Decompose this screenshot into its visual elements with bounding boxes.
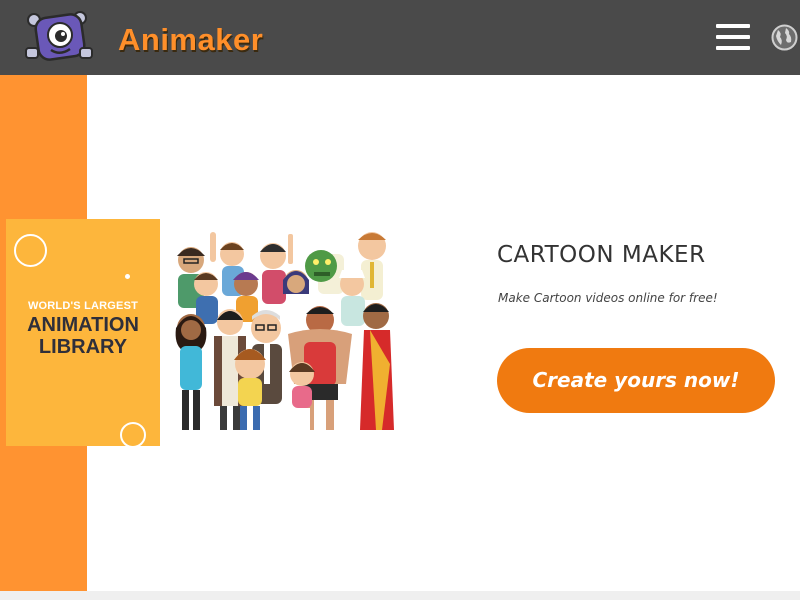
character-figure — [360, 303, 394, 430]
create-yours-now-button[interactable]: Create yours now! — [497, 348, 775, 413]
animaker-logo[interactable]: Animaker — [24, 8, 263, 64]
page-bottom-band — [0, 591, 800, 600]
decorative-ring-icon — [120, 422, 146, 446]
card-tagline: WORLD'S LARGEST — [27, 300, 139, 312]
logo-mascot-icon — [25, 11, 93, 61]
character-figure — [339, 270, 365, 326]
hamburger-menu-icon[interactable] — [716, 24, 750, 50]
decorative-ring-icon — [14, 234, 47, 267]
character-figure — [175, 314, 207, 430]
card-heading-line1: ANIMATION — [27, 314, 139, 336]
animation-library-card: WORLD'S LARGEST ANIMATION LIBRARY — [6, 219, 160, 446]
decorative-dot-icon — [125, 274, 130, 279]
character-figure — [305, 250, 337, 282]
card-heading: ANIMATION LIBRARY — [6, 314, 160, 358]
globe-icon[interactable] — [771, 24, 798, 51]
cartoon-characters-illustration — [175, 232, 394, 430]
character-figure — [283, 270, 309, 294]
logo-wordmark: Animaker — [118, 22, 264, 57]
top-navigation-bar: Animaker — [0, 0, 800, 75]
page-subtitle: Make Cartoon videos online for free! — [498, 291, 718, 305]
page-title: CARTOON MAKER — [497, 242, 706, 268]
card-heading-line2: LIBRARY — [38, 336, 128, 358]
